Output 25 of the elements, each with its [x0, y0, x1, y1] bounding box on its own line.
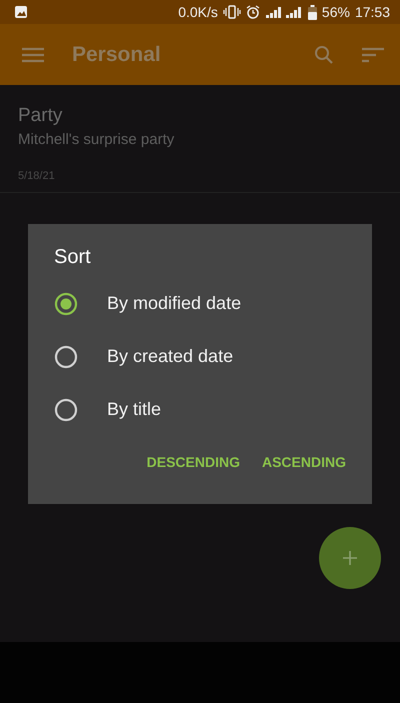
signal-icon: [264, 5, 303, 19]
image-icon: [14, 5, 28, 19]
network-speed: 0.0K/s: [178, 4, 218, 20]
vibrate-icon: [222, 5, 241, 19]
note-text: Mitchell's surprise party: [18, 131, 176, 148]
text-button[interactable]: DESCENDING: [146, 450, 240, 474]
option-label[interactable]: By created date: [107, 346, 234, 367]
option-label[interactable]: By title: [107, 399, 162, 420]
screen-title: Personal: [72, 42, 162, 66]
radio-button[interactable]: [54, 398, 78, 422]
clock: 17:53: [354, 4, 390, 20]
note-title: Party: [18, 105, 64, 127]
dialog-title: Sort: [54, 246, 92, 269]
option-label[interactable]: By modified date: [107, 293, 242, 314]
menu-icon: [22, 46, 44, 62]
text-button[interactable]: ASCENDING: [262, 450, 346, 474]
battery-level: 56%: [322, 4, 350, 20]
battery-icon: [308, 4, 317, 20]
sort-icon: [362, 46, 384, 62]
radio-button[interactable]: [54, 344, 78, 368]
radio-button[interactable]: [54, 292, 78, 316]
alarm-icon: [246, 5, 260, 19]
note-date: 5/18/21: [18, 170, 56, 182]
search-icon: [314, 44, 334, 64]
plus-icon: [342, 550, 358, 566]
